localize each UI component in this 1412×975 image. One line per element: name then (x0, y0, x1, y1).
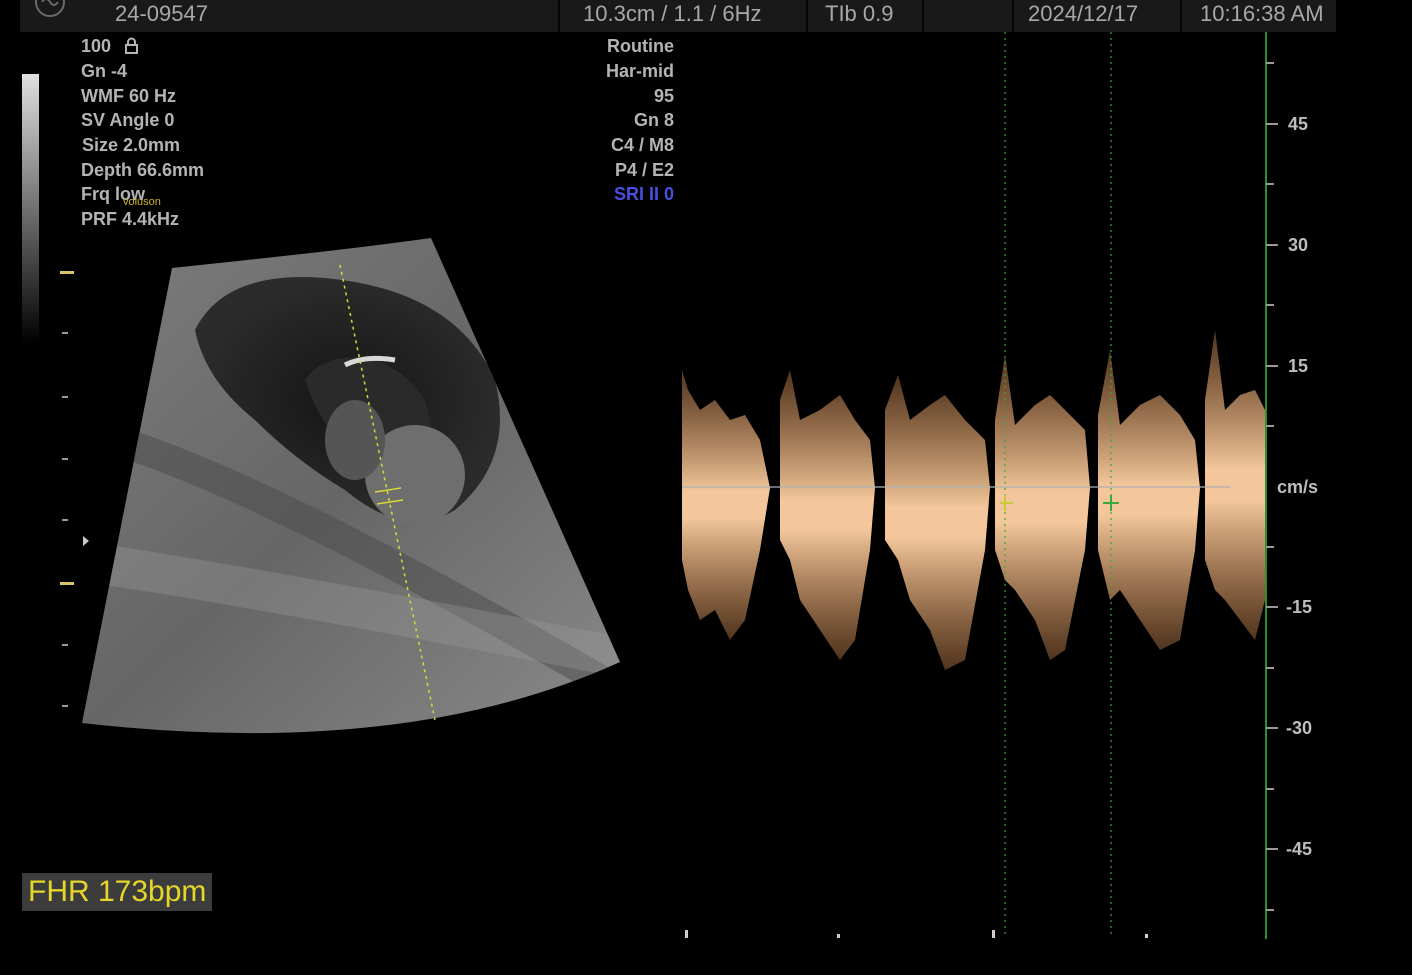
color-gain-param: Gn 8 (633, 110, 674, 130)
sv-angle-param: SV Angle 0 (81, 110, 175, 130)
scale-tick-label: 45 (1288, 114, 1309, 134)
grayscale-bar (22, 74, 39, 344)
patient-id: 24-09547 (115, 1, 208, 26)
c-m-param: C4 / M8 (610, 135, 674, 155)
right-margin (1356, 0, 1412, 975)
lock-icon (125, 37, 138, 54)
caliper-lines (1000, 32, 1119, 937)
tib-index: TIb 0.9 (825, 1, 894, 26)
wmf-param: WMF 60 Hz (81, 86, 177, 106)
caliper-marker-1 (1000, 495, 1013, 511)
scale-tick-label: -15 (1286, 597, 1313, 617)
p-e-param: P4 / E2 (614, 160, 674, 180)
exam-time: 10:16:38 AM (1200, 1, 1324, 26)
caliper-marker-2 (1103, 495, 1119, 511)
sri-param: SRI II 0 (613, 184, 674, 204)
size-param: Size 2.0mm (82, 135, 181, 155)
scale-tick-label: -45 (1286, 839, 1313, 859)
scale-tick-label: 15 (1288, 356, 1309, 376)
harmonic-param: Har-mid (605, 61, 674, 81)
power-value: 100 (81, 36, 112, 56)
prf-param: PRF 4.4kHz (81, 209, 180, 229)
fhr-measurement: FHR 173bpm (22, 873, 213, 911)
numeric-param: 95 (653, 86, 674, 106)
b-mode-image[interactable] (75, 230, 635, 750)
scale-unit-label: cm/s (1277, 477, 1319, 497)
depth-param: Depth 66.6mm (81, 160, 205, 180)
time-axis-ticks (685, 930, 1148, 938)
gain-param: Gn -4 (81, 61, 128, 81)
preset-param: Routine (607, 36, 674, 56)
scale-tick-label: 30 (1288, 235, 1309, 255)
voluson-watermark: voluson (123, 196, 161, 208)
exam-date: 2024/12/17 (1028, 1, 1139, 26)
ge-logo (35, 0, 65, 17)
doppler-spectrum[interactable] (670, 300, 1280, 680)
scan-parameters: 10.3cm / 1.1 / 6Hz (583, 1, 762, 26)
scale-tick-label: -30 (1286, 718, 1313, 738)
ultrasound-screen: { "header": { "patient_id": "24-09547", … (0, 0, 1412, 975)
top-info-bar: 24-09547 10.3cm / 1.1 / 6Hz TIb 0.9 2024… (20, 0, 1336, 32)
